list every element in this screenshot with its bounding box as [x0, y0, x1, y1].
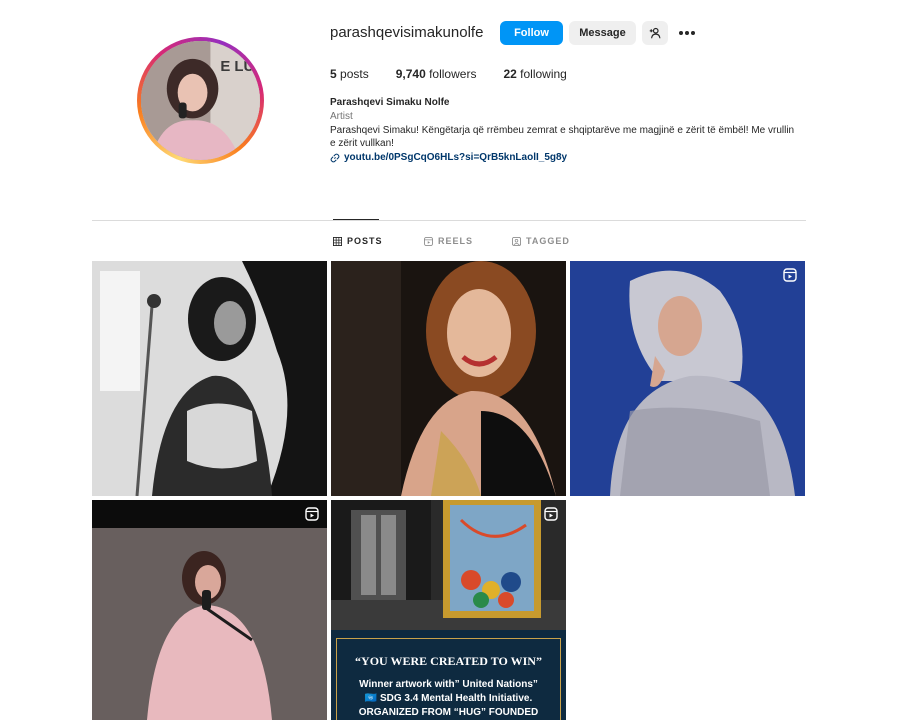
grid-icon	[333, 236, 342, 246]
posts-count: 5	[330, 67, 337, 81]
post-thumbnail[interactable]	[92, 261, 327, 496]
tab-posts[interactable]: POSTS	[333, 236, 383, 246]
post-image	[92, 500, 327, 720]
follow-button[interactable]: Follow	[500, 21, 563, 45]
post-thumbnail[interactable]: “YOU WERE CREATED TO WIN” Winner artwork…	[331, 500, 566, 720]
active-tab-indicator	[333, 219, 379, 220]
avatar-ring[interactable]: E LUM	[137, 37, 264, 164]
following-stat[interactable]: 22 following	[503, 67, 566, 81]
tab-reels[interactable]: REELS	[424, 236, 473, 246]
followers-stat[interactable]: 9,740 followers	[396, 67, 477, 81]
more-icon	[679, 31, 695, 35]
tab-tagged-label: TAGGED	[526, 236, 570, 246]
post-image	[570, 261, 805, 496]
avatar-image: E LUM	[141, 41, 260, 160]
posts-stat: 5 posts	[330, 67, 369, 81]
more-options-button[interactable]	[676, 24, 698, 42]
followers-count: 9,740	[395, 67, 426, 81]
full-name: Parashqevi Simaku Nolfe	[330, 97, 450, 108]
avatar[interactable]: E LUM	[141, 41, 260, 160]
post-thumbnail[interactable]	[570, 261, 805, 496]
post-image	[331, 261, 566, 496]
poster-line: 🇺🇳 SDG 3.4 Mental Health Initiative.	[364, 693, 533, 704]
tagged-icon	[512, 236, 521, 246]
following-label: following	[520, 67, 567, 81]
followers-label: followers	[429, 67, 477, 81]
reels-icon	[424, 236, 433, 246]
avatar-text: E LUM	[220, 59, 260, 75]
poster-panel: “YOU WERE CREATED TO WIN” Winner artwork…	[331, 630, 566, 720]
suggested-users-button[interactable]	[642, 21, 668, 45]
post-image	[331, 500, 566, 630]
reel-badge-icon	[544, 507, 558, 521]
category-label: Artist	[330, 111, 353, 122]
tab-posts-label: POSTS	[347, 236, 383, 246]
bio-text: Parashqevi Simaku! Këngëtarja që rrëmbeu…	[330, 125, 795, 149]
message-button[interactable]: Message	[569, 21, 636, 45]
tab-reels-label: REELS	[438, 236, 474, 246]
poster-line: ORGANIZED FROM “HUG” FOUNDED	[358, 707, 539, 718]
username: parashqevisimakunolfe	[330, 24, 484, 41]
post-thumbnail[interactable]	[331, 261, 566, 496]
post-thumbnail[interactable]	[92, 500, 327, 720]
reel-badge-icon	[783, 268, 797, 282]
tab-tagged[interactable]: TAGGED	[512, 236, 570, 246]
profile-link[interactable]: youtu.be/0PSgCqO6HLs?si=QrB5knLaolI_5g8y	[330, 152, 567, 163]
profile-link-text: youtu.be/0PSgCqO6HLs?si=QrB5knLaolI_5g8y	[344, 152, 568, 163]
link-icon	[330, 153, 340, 162]
add-user-icon	[649, 27, 661, 39]
poster-line: Winner artwork with” United Nations”	[359, 679, 538, 690]
profile-stats: 5 posts 9,740 followers 22 following	[330, 67, 594, 81]
reel-badge-icon	[305, 507, 319, 521]
posts-label: posts	[340, 67, 369, 81]
tabs-divider	[92, 220, 806, 221]
following-count: 22	[503, 67, 517, 81]
poster-title: “YOU WERE CREATED TO WIN”	[355, 654, 542, 668]
post-image	[92, 261, 327, 496]
